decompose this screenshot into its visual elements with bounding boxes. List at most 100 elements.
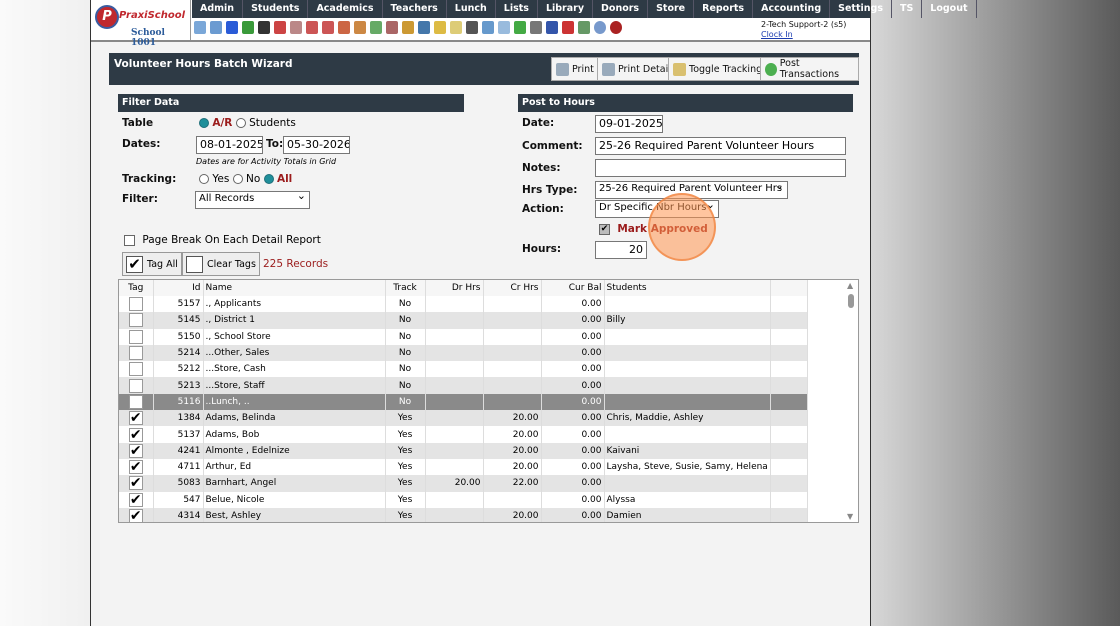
email-icon[interactable] xyxy=(226,21,238,34)
menu-library[interactable]: Library xyxy=(538,0,594,18)
pdf-icon[interactable] xyxy=(562,21,574,34)
logo[interactable]: P PraxiSchool School 1001 xyxy=(91,0,191,48)
menu-ts[interactable]: TS xyxy=(892,0,923,18)
scroll-down-icon[interactable]: ▼ xyxy=(847,512,853,521)
table-row[interactable]: 5213 ...Store, Staff No 0.00 xyxy=(119,377,845,394)
hours-input[interactable]: 20 xyxy=(595,241,647,259)
tag-checkbox[interactable]: ✔ xyxy=(128,476,143,491)
add-user-icon[interactable] xyxy=(338,21,350,34)
menu-settings[interactable]: Settings xyxy=(830,0,892,18)
speaker-icon[interactable] xyxy=(274,21,286,34)
menu-store[interactable]: Store xyxy=(648,0,695,18)
tag-checkbox[interactable]: ✔ xyxy=(128,460,143,475)
ap-icon[interactable] xyxy=(546,21,558,34)
tag-checkbox[interactable] xyxy=(128,297,143,312)
menu-logout[interactable]: Logout xyxy=(922,0,977,18)
tag-checkbox[interactable] xyxy=(128,313,143,328)
column-header[interactable]: Track xyxy=(385,280,426,296)
grid-scrollbar[interactable]: ▲ ▼ xyxy=(844,280,858,522)
post-transactions-button[interactable]: Post Transactions xyxy=(760,57,859,81)
column-header[interactable]: Cr Hrs xyxy=(483,280,542,296)
calendar-icon[interactable] xyxy=(306,21,318,34)
table-row[interactable]: 5157., Applicants No 0.00 xyxy=(119,296,845,313)
search-icon[interactable] xyxy=(194,21,206,34)
clock-icon[interactable] xyxy=(482,21,494,34)
table-row[interactable]: ✔ 4711 Arthur, Ed Yes 20.00 0.00 Laysha, Steve… xyxy=(119,458,845,476)
column-header[interactable]: Name xyxy=(203,280,386,296)
bell-icon[interactable] xyxy=(434,21,446,34)
tag-all-button[interactable]: ✔ Tag All xyxy=(122,252,182,276)
user-icon[interactable] xyxy=(354,21,366,34)
print-button[interactable]: Print xyxy=(551,57,599,81)
tag-checkbox[interactable]: ✔ xyxy=(128,411,143,426)
column-header[interactable]: Id xyxy=(153,280,204,296)
calculator-icon[interactable] xyxy=(498,21,510,34)
family-icon[interactable] xyxy=(386,21,398,34)
mark-approved-checkbox[interactable]: ✔ xyxy=(599,223,610,235)
menu-accounting[interactable]: Accounting xyxy=(753,0,831,18)
radio-ar[interactable] xyxy=(199,118,209,128)
tag-checkbox[interactable] xyxy=(128,362,143,377)
tag-checkbox[interactable]: ✔ xyxy=(128,427,143,442)
tag-checkbox[interactable] xyxy=(128,394,143,409)
tag-checkbox[interactable] xyxy=(128,346,143,361)
post-date-input[interactable]: 09-01-2025 xyxy=(595,115,663,133)
table-row[interactable]: ✔ 547 Belue, Nicole Yes 0.00 Alyssa xyxy=(119,491,845,508)
tag-checkbox[interactable]: ✔ xyxy=(128,443,143,458)
scroll-up-icon[interactable]: ▲ xyxy=(847,281,853,290)
scroll-thumb[interactable] xyxy=(848,294,854,308)
table-row[interactable]: ✔ 1384 Adams, Belinda Yes 20.00 0.00 Chris, Ma… xyxy=(119,410,845,427)
menu-admin[interactable]: Admin xyxy=(192,0,244,18)
power-icon[interactable] xyxy=(610,21,622,34)
notes-input[interactable] xyxy=(595,159,846,177)
report-icon[interactable] xyxy=(290,21,302,34)
column-header[interactable]: Cur Bal xyxy=(541,280,605,296)
card-icon[interactable] xyxy=(514,21,526,34)
table-row[interactable]: 5145., District 1 No 0.00 Billy xyxy=(119,312,845,329)
calendar-grid-icon[interactable] xyxy=(210,21,222,34)
book-icon[interactable] xyxy=(418,21,430,34)
cash-register-icon[interactable] xyxy=(578,21,590,34)
column-header[interactable]: Tag xyxy=(119,280,154,296)
menu-lists[interactable]: Lists xyxy=(496,0,538,18)
menu-reports[interactable]: Reports xyxy=(694,0,754,18)
table-row[interactable]: ✔ 5137 Adams, Bob Yes 20.00 0.00 xyxy=(119,426,845,443)
column-header[interactable]: Dr Hrs xyxy=(425,280,484,296)
printer-icon[interactable] xyxy=(530,21,542,34)
menu-students[interactable]: Students xyxy=(243,0,309,18)
filter-select[interactable]: All Records xyxy=(195,191,310,209)
radio-students[interactable] xyxy=(235,118,246,128)
radio-yes[interactable] xyxy=(199,174,209,184)
menu-academics[interactable]: Academics xyxy=(308,0,383,18)
table-row[interactable]: 5214 ...Other, Sales No 0.00 xyxy=(119,344,845,362)
tag-checkbox[interactable] xyxy=(128,378,143,393)
tag-checkbox[interactable] xyxy=(128,329,143,344)
table-row[interactable]: 5116 ..Lunch, .. No 0.00 xyxy=(119,393,845,411)
chat-icon[interactable] xyxy=(242,21,254,34)
clear-tags-button[interactable]: Clear Tags xyxy=(182,252,260,276)
megaphone-icon[interactable] xyxy=(322,21,334,34)
print-detail-button[interactable]: Print Detail xyxy=(597,57,676,81)
help-icon[interactable] xyxy=(594,21,606,34)
tag-checkbox[interactable]: ✔ xyxy=(128,492,143,507)
menu-donors[interactable]: Donors xyxy=(593,0,649,18)
date-to-input[interactable]: 05-30-2026 xyxy=(283,136,350,154)
phone-icon[interactable] xyxy=(258,21,270,34)
lunch-icon[interactable] xyxy=(402,21,414,34)
column-header[interactable]: Students xyxy=(604,280,771,296)
page-break-checkbox[interactable] xyxy=(124,234,135,246)
menu-lunch[interactable]: Lunch xyxy=(447,0,496,18)
staff-icon[interactable] xyxy=(466,21,478,34)
toggle-tracking-button[interactable]: Toggle Tracking xyxy=(668,57,768,81)
radio-no[interactable] xyxy=(232,174,243,184)
table-row[interactable]: ✔ 5083 Barnhart, Angel Yes 20.00 22.00 0.00 xyxy=(119,475,845,492)
radio-all[interactable] xyxy=(263,174,274,184)
table-row[interactable]: ✔ 4241 Almonte , Edelnize Yes 20.00 0.00 Kaiva… xyxy=(119,442,845,459)
money-icon[interactable] xyxy=(370,21,382,34)
menu-teachers[interactable]: Teachers xyxy=(383,0,447,18)
tag-checkbox[interactable]: ✔ xyxy=(128,509,143,522)
table-row[interactable]: 5212 ...Store, Cash No 0.00 xyxy=(119,361,845,378)
notes-icon[interactable] xyxy=(450,21,462,34)
table-row[interactable]: ✔ 4314 Best, Ashley Yes 20.00 0.00 Damien xyxy=(119,507,845,522)
date-from-input[interactable]: 08-01-2025 xyxy=(196,136,263,154)
